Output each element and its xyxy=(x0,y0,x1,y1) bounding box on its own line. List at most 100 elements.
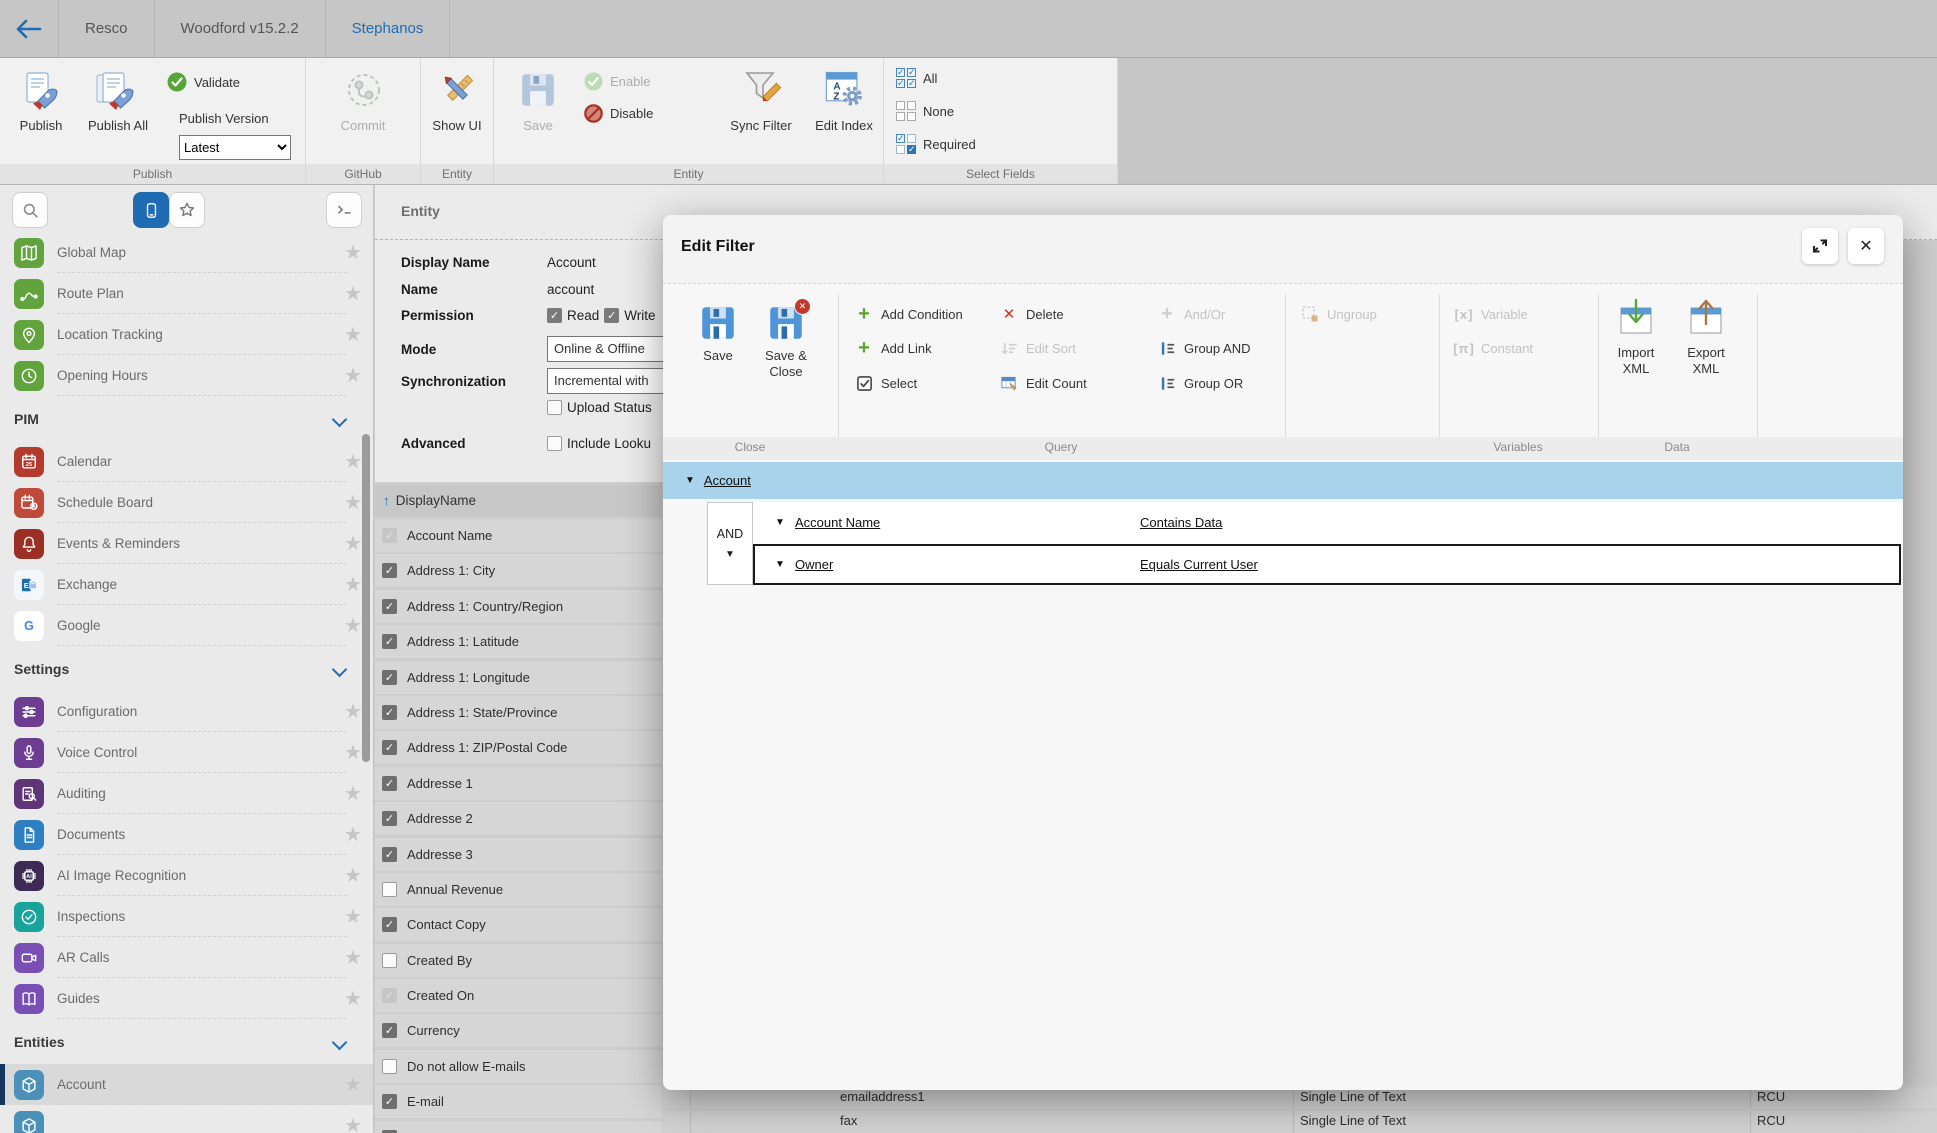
field-checkbox[interactable] xyxy=(382,598,397,614)
field-row[interactable]: Created By xyxy=(375,943,662,977)
publish-version-select[interactable]: Latest xyxy=(179,135,291,160)
field-sort-header[interactable]: ↑ DisplayName xyxy=(375,485,662,516)
edit-count-button[interactable]: Edit Count xyxy=(1000,370,1087,396)
table-row[interactable]: emailaddress1 Single Line of Text RCU xyxy=(663,1087,1937,1108)
field-row[interactable]: Address 1: ZIP/Postal Code xyxy=(375,731,662,765)
chevron-down-icon[interactable] xyxy=(333,1035,347,1049)
query-root-entity-row[interactable]: ▼ Account xyxy=(663,462,1903,499)
save-filter-button[interactable]: Save xyxy=(685,305,751,364)
sidebar-item[interactable]: Configuration xyxy=(0,691,373,732)
delete-button[interactable]: ✕ Delete xyxy=(1000,301,1064,327)
sidebar-item[interactable]: Location Tracking xyxy=(0,314,373,355)
sidebar-item[interactable]: Global Map xyxy=(0,232,373,273)
chevron-down-icon[interactable] xyxy=(333,412,347,426)
app-tab[interactable]: Stephanos xyxy=(326,0,451,57)
favorite-star-icon[interactable] xyxy=(333,945,373,970)
operator-dropdown-triangle[interactable]: ▼ xyxy=(725,549,735,560)
field-row[interactable]: Address 1: Latitude xyxy=(375,625,662,659)
field-checkbox[interactable] xyxy=(382,634,397,650)
field-checkbox[interactable] xyxy=(382,881,397,897)
field-checkbox[interactable] xyxy=(382,1094,397,1110)
root-entity-link[interactable]: Account xyxy=(704,473,751,488)
sidebar-item[interactable]: Inspections xyxy=(0,896,373,937)
favorite-star-icon[interactable] xyxy=(333,904,373,929)
favorite-star-icon[interactable] xyxy=(333,822,373,847)
publish-icon[interactable] xyxy=(22,71,60,114)
sidebar-item[interactable]: Voice Control xyxy=(0,732,373,773)
field-checkbox[interactable] xyxy=(382,811,397,827)
sidebar-item[interactable]: Settings xyxy=(0,646,373,691)
field-checkbox[interactable] xyxy=(382,1058,397,1074)
favorite-star-icon[interactable] xyxy=(333,1072,373,1097)
sidebar-item[interactable] xyxy=(0,1105,373,1133)
field-row[interactable]: Account Name xyxy=(375,519,662,552)
close-button[interactable]: ✕ xyxy=(1848,228,1884,264)
import-xml-button[interactable]: Import XML xyxy=(1605,298,1667,377)
field-checkbox[interactable] xyxy=(382,669,397,685)
field-row[interactable]: Address 1: City xyxy=(375,554,662,588)
sidebar-item[interactable]: AR Calls xyxy=(0,937,373,978)
field-checkbox[interactable] xyxy=(382,952,397,968)
condition-operator-link[interactable]: Equals Current User xyxy=(1140,557,1258,572)
show-ui-button[interactable]: Show UI xyxy=(425,118,489,133)
validate-button[interactable]: Validate xyxy=(167,72,240,92)
sidebar-item[interactable]: Account xyxy=(0,1064,373,1105)
console-button[interactable] xyxy=(326,192,362,228)
field-row[interactable]: Addresse 3 xyxy=(375,837,662,871)
sidebar-item[interactable]: Schedule Board xyxy=(0,482,373,523)
favorite-star-icon[interactable] xyxy=(333,1113,373,1133)
sidebar-item[interactable]: Opening Hours xyxy=(0,355,373,396)
favorite-star-icon[interactable] xyxy=(333,363,373,388)
sidebar-item[interactable]: Guides xyxy=(0,978,373,1019)
mobile-view-toggle[interactable] xyxy=(133,192,169,228)
show-ui-icon[interactable] xyxy=(439,70,477,113)
edit-index-button[interactable]: Edit Index xyxy=(810,118,878,133)
group-and-button[interactable]: Group AND xyxy=(1158,335,1250,361)
field-row[interactable]: Do not allow E-mails xyxy=(375,1049,662,1083)
group-or-button[interactable]: Group OR xyxy=(1158,370,1243,396)
favorite-star-icon[interactable] xyxy=(333,281,373,306)
field-row[interactable]: Addresse 2 xyxy=(375,802,662,836)
condition-operator-link[interactable]: Contains Data xyxy=(1140,515,1222,530)
favorite-star-icon[interactable] xyxy=(333,863,373,888)
field-checkbox[interactable] xyxy=(382,1129,397,1133)
field-checkbox[interactable] xyxy=(382,846,397,862)
add-link-button[interactable]: + Add Link xyxy=(855,335,931,361)
select-all-fields-button[interactable]: All xyxy=(896,67,937,89)
field-row[interactable]: Address 1: Longitude xyxy=(375,660,662,694)
filter-condition-row[interactable]: ▼ Account Name Contains Data xyxy=(753,502,1901,544)
expander-triangle-icon[interactable]: ▼ xyxy=(775,559,785,570)
field-checkbox[interactable] xyxy=(382,563,397,579)
select-button[interactable]: Select xyxy=(855,370,917,396)
chevron-down-icon[interactable] xyxy=(333,662,347,676)
select-none-fields-button[interactable]: None xyxy=(896,101,954,121)
sync-filter-button[interactable]: Sync Filter xyxy=(721,118,801,133)
publish-all-button[interactable]: Publish All xyxy=(76,118,160,133)
add-condition-button[interactable]: + Add Condition xyxy=(855,301,963,327)
app-tab[interactable]: Woodford v15.2.2 xyxy=(155,0,326,57)
expander-triangle-icon[interactable]: ▼ xyxy=(685,475,695,486)
field-checkbox[interactable] xyxy=(382,988,397,1004)
search-button[interactable] xyxy=(12,192,48,228)
field-checkbox[interactable] xyxy=(382,704,397,720)
field-row[interactable]: Address 1: State/Province xyxy=(375,695,662,729)
disable-button[interactable]: Disable xyxy=(584,104,653,123)
field-checkbox[interactable] xyxy=(382,740,397,756)
field-checkbox[interactable] xyxy=(382,917,397,933)
field-row[interactable]: E-mail xyxy=(375,1085,662,1119)
sidebar-item[interactable]: PIM xyxy=(0,396,373,441)
export-xml-button[interactable]: Export XML xyxy=(1675,298,1737,377)
condition-field-link[interactable]: Owner xyxy=(795,557,833,572)
commit-github-icon[interactable] xyxy=(345,71,383,112)
table-row[interactable]: fax Single Line of Text RCU xyxy=(663,1111,1937,1133)
field-checkbox[interactable] xyxy=(382,775,397,791)
field-checkbox[interactable] xyxy=(382,1023,397,1039)
sidebar-item[interactable]: AI AI Image Recognition xyxy=(0,855,373,896)
include-lookup-checkbox[interactable] xyxy=(547,436,562,451)
sidebar-scrollbar[interactable] xyxy=(362,434,370,762)
write-checkbox[interactable] xyxy=(604,308,620,323)
field-row[interactable]: Created On xyxy=(375,979,662,1013)
read-checkbox[interactable] xyxy=(547,308,562,323)
expander-triangle-icon[interactable]: ▼ xyxy=(775,517,785,528)
sidebar-item[interactable]: 25 Calendar xyxy=(0,441,373,482)
